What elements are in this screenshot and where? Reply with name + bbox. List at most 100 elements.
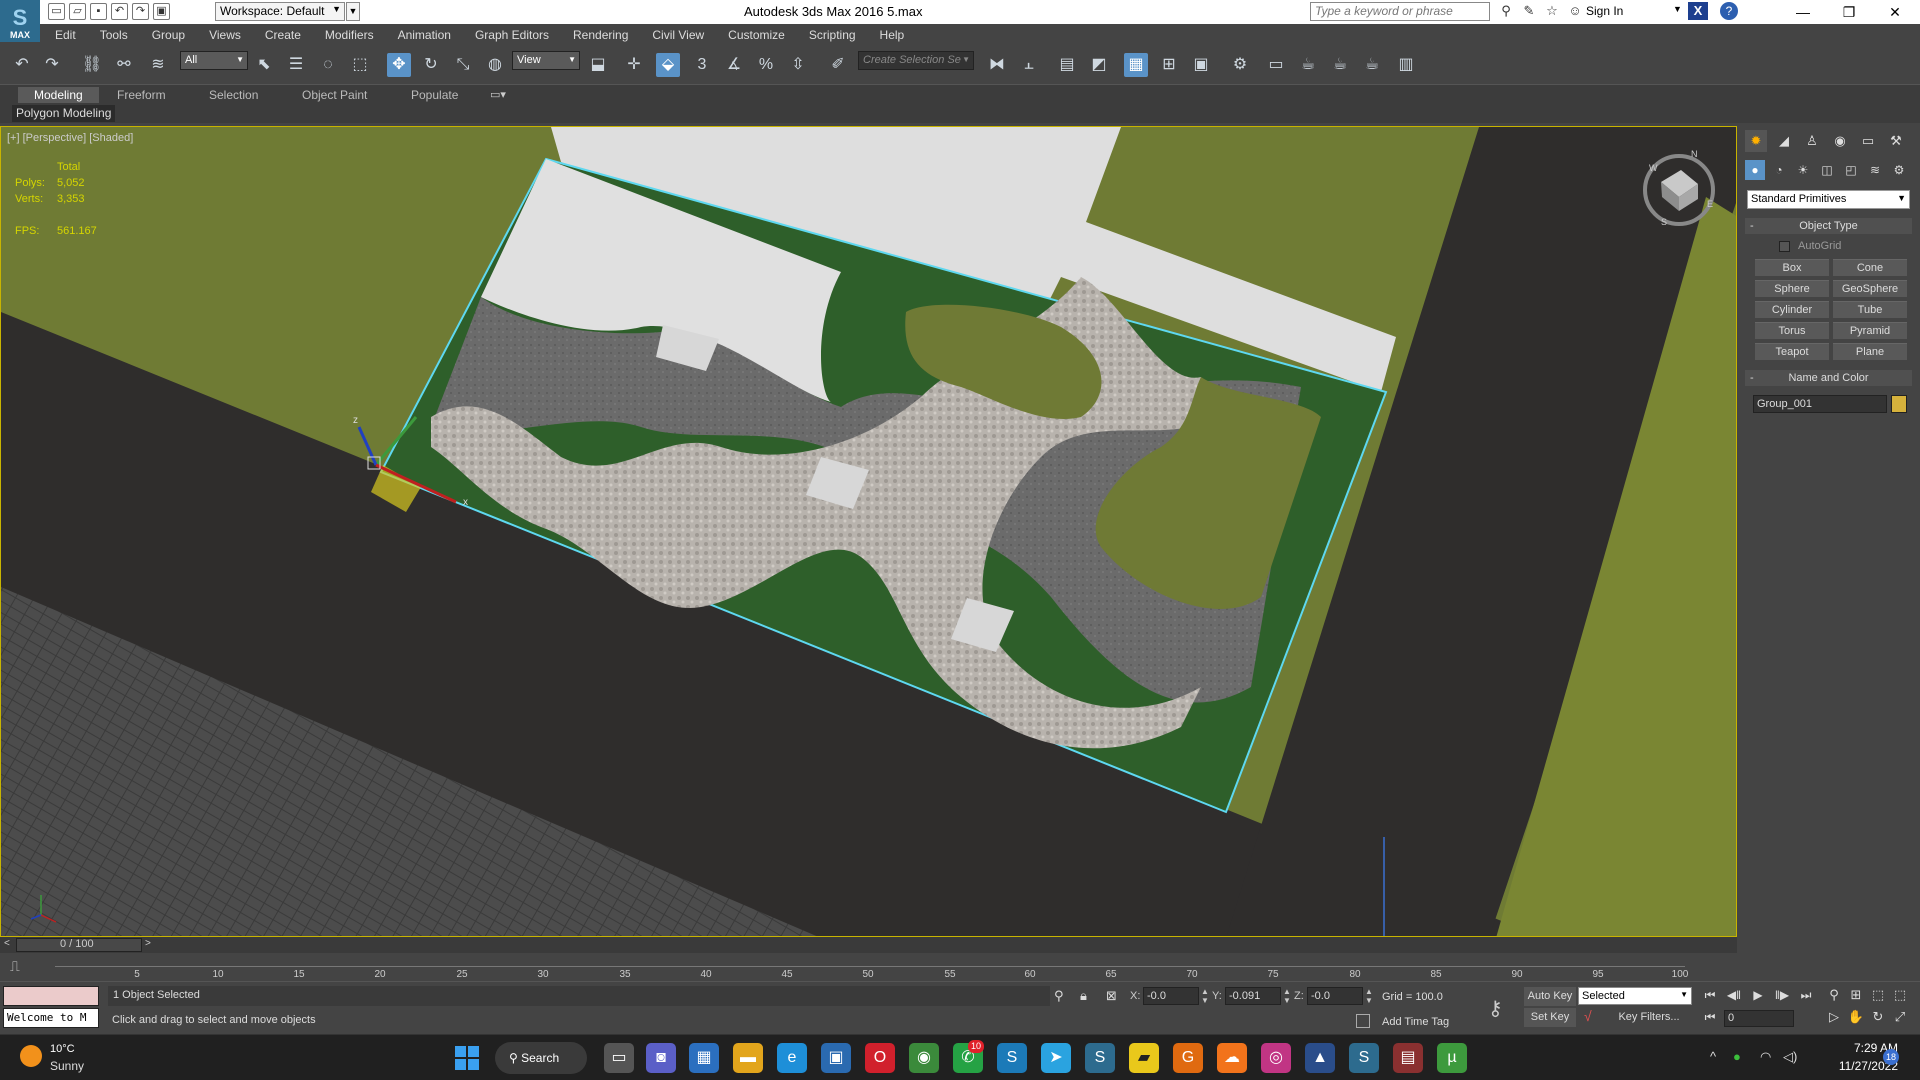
render-setup-icon[interactable]: ⚙ bbox=[1228, 53, 1252, 77]
workspace-menu-button[interactable]: ▼ bbox=[346, 2, 360, 21]
geosphere-button[interactable]: GeoSphere bbox=[1833, 280, 1907, 297]
align-icon[interactable]: ⫠ bbox=[1017, 53, 1041, 77]
user-icon[interactable]: ☺ bbox=[1566, 2, 1584, 20]
named-selection-set-dropdown[interactable]: Create Selection Se ▼ bbox=[858, 51, 974, 70]
menu-help[interactable]: Help bbox=[880, 28, 905, 42]
x-spinner-icon[interactable]: ▲ ▼ bbox=[1201, 987, 1209, 1005]
key-mode-dropdown[interactable]: Selected ▼ bbox=[1578, 987, 1692, 1005]
geometry-icon[interactable]: ● bbox=[1745, 160, 1765, 180]
project-folder-icon[interactable]: ▣ bbox=[153, 3, 170, 20]
selection-region-icon[interactable]: ◌ bbox=[316, 53, 340, 77]
rendered-frame-window-icon[interactable]: ▭ bbox=[1264, 53, 1288, 77]
redo-icon[interactable]: ↷ bbox=[40, 53, 64, 77]
cone-button[interactable]: Cone bbox=[1833, 259, 1907, 276]
object-type-rollout[interactable]: - Object Type bbox=[1745, 218, 1912, 234]
z-spinner-icon[interactable]: ▲ ▼ bbox=[1365, 987, 1373, 1005]
toggle-ribbon-icon[interactable]: ◩ bbox=[1087, 53, 1111, 77]
undo-icon[interactable]: ↶ bbox=[111, 3, 128, 20]
select-and-scale-icon[interactable]: ⤡ bbox=[451, 53, 475, 77]
menu-civil-view[interactable]: Civil View bbox=[652, 28, 704, 42]
teams-chat-icon[interactable]: ◙ bbox=[646, 1043, 676, 1073]
instagram-icon[interactable]: ◎ bbox=[1261, 1043, 1291, 1073]
binoculars-icon[interactable]: ⚲ bbox=[1497, 2, 1515, 20]
menu-customize[interactable]: Customize bbox=[728, 28, 785, 42]
window-crossing-icon[interactable]: ⬚ bbox=[348, 53, 372, 77]
select-and-place-icon[interactable]: ◍ bbox=[483, 53, 507, 77]
snaps-toggle-icon[interactable]: 3 bbox=[690, 53, 714, 77]
utorrent-icon[interactable]: µ bbox=[1437, 1043, 1467, 1073]
new-file-icon[interactable]: ▭ bbox=[48, 3, 65, 20]
spinner-snap-icon[interactable]: ⇳ bbox=[786, 53, 810, 77]
grammarly-icon[interactable]: G bbox=[1173, 1043, 1203, 1073]
workspace-dropdown[interactable]: Workspace: Default ▼ bbox=[215, 2, 345, 21]
cylinder-button[interactable]: Cylinder bbox=[1755, 301, 1829, 318]
time-slider[interactable]: < 0 / 100 > bbox=[0, 937, 1737, 953]
menu-scripting[interactable]: Scripting bbox=[809, 28, 856, 42]
opera-browser-icon[interactable]: O bbox=[865, 1043, 895, 1073]
keyboard-shortcut-override-icon[interactable]: ⬙ bbox=[656, 53, 680, 77]
telegram-icon[interactable]: ➤ bbox=[1041, 1043, 1071, 1073]
isolate-selection-icon[interactable]: ⚲ bbox=[1054, 988, 1064, 1004]
select-object-icon[interactable]: ⬉ bbox=[252, 53, 276, 77]
percent-snap-icon[interactable]: % bbox=[754, 53, 778, 77]
cameras-icon[interactable]: ◫ bbox=[1817, 160, 1837, 180]
shapes-icon[interactable]: ◔ bbox=[1769, 160, 1789, 180]
key-mode-toggle-icon[interactable]: ⏮ bbox=[1700, 1010, 1720, 1025]
tab-populate[interactable]: Populate bbox=[411, 88, 458, 102]
utilities-tab-icon[interactable]: ⚒ bbox=[1885, 130, 1907, 152]
hierarchy-tab-icon[interactable]: ♙ bbox=[1801, 130, 1823, 152]
lock-selection-icon[interactable]: 🔒︎ bbox=[1080, 988, 1087, 1004]
add-time-tag[interactable]: Add Time Tag bbox=[1382, 1016, 1449, 1028]
primitive-type-dropdown[interactable]: Standard Primitives ▼ bbox=[1747, 190, 1910, 209]
mirror-icon[interactable]: ⧓ bbox=[985, 53, 1009, 77]
selection-filter-dropdown[interactable]: All ▼ bbox=[180, 51, 248, 70]
polygon-modeling-panel[interactable]: Polygon Modeling bbox=[12, 105, 116, 122]
curve-editor-icon[interactable]: ▦ bbox=[1124, 53, 1148, 77]
current-frame-field[interactable]: 0 bbox=[1724, 1010, 1794, 1027]
material-editor-icon[interactable]: ▣ bbox=[1189, 53, 1213, 77]
maximize-viewport-icon[interactable]: ⤢ bbox=[1890, 1009, 1910, 1025]
undo-icon[interactable]: ↶ bbox=[10, 53, 34, 77]
select-and-move-icon[interactable]: ✥ bbox=[387, 53, 411, 77]
pan-view-icon[interactable]: ✋ bbox=[1846, 1009, 1866, 1025]
redo-icon[interactable]: ↷ bbox=[132, 3, 149, 20]
menu-rendering[interactable]: Rendering bbox=[573, 28, 628, 42]
chevron-right-icon[interactable]: > bbox=[145, 938, 151, 949]
perspective-viewport[interactable]: x z N S W E [+] [Perspective] [Shaded] T… bbox=[0, 126, 1737, 937]
box-button[interactable]: Box bbox=[1755, 259, 1829, 276]
close-button[interactable]: ✕ bbox=[1872, 0, 1918, 24]
object-name-field[interactable]: Group_001 bbox=[1753, 395, 1887, 413]
plane-button[interactable]: Plane bbox=[1833, 343, 1907, 360]
exchange-apps-icon[interactable]: X bbox=[1688, 2, 1708, 20]
motion-tab-icon[interactable]: ◉ bbox=[1829, 130, 1851, 152]
layer-explorer-icon[interactable]: ▤ bbox=[1055, 53, 1079, 77]
x-coordinate-field[interactable]: -0.0 bbox=[1143, 987, 1199, 1005]
checkbox-icon[interactable] bbox=[1779, 240, 1790, 252]
soundcloud-icon[interactable]: ☁ bbox=[1217, 1043, 1247, 1073]
name-and-color-rollout[interactable]: - Name and Color bbox=[1745, 370, 1912, 386]
weather-temperature[interactable]: 10°C bbox=[50, 1043, 75, 1055]
weather-condition[interactable]: Sunny bbox=[50, 1059, 84, 1073]
track-bar[interactable]: ⎍ 5 10 15 20 25 30 35 40 45 50 55 60 65 … bbox=[0, 953, 1737, 981]
autogrid-checkbox[interactable]: AutoGrid bbox=[1779, 240, 1841, 252]
menu-create[interactable]: Create bbox=[265, 28, 301, 42]
select-by-name-icon[interactable]: ☰ bbox=[284, 53, 308, 77]
help-icon[interactable]: ? bbox=[1720, 2, 1738, 20]
open-file-icon[interactable]: ▱ bbox=[69, 3, 86, 20]
windows-start-icon[interactable] bbox=[455, 1046, 479, 1070]
modify-tab-icon[interactable]: ◢ bbox=[1773, 130, 1795, 152]
object-color-swatch[interactable] bbox=[1891, 395, 1907, 413]
star-icon[interactable]: ☆ bbox=[1543, 2, 1561, 20]
orbit-icon[interactable]: ↻ bbox=[1868, 1009, 1888, 1025]
restore-button[interactable]: ❐ bbox=[1826, 0, 1872, 24]
default-tangent-icon[interactable]: √ bbox=[1584, 1008, 1592, 1024]
pyramid-button[interactable]: Pyramid bbox=[1833, 322, 1907, 339]
select-and-link-icon[interactable]: ⛓ bbox=[80, 53, 104, 77]
zoom-extents-all-icon[interactable]: ⬚ bbox=[1890, 987, 1910, 1003]
key-filters-button[interactable]: Key Filters... bbox=[1605, 1008, 1693, 1027]
edge-browser-icon[interactable]: e bbox=[777, 1043, 807, 1073]
help-search-input[interactable]: Type a keyword or phrase bbox=[1310, 2, 1490, 21]
tab-modeling[interactable]: Modeling bbox=[18, 87, 99, 103]
menu-edit[interactable]: Edit bbox=[55, 28, 76, 42]
create-tab-icon[interactable]: ✹ bbox=[1745, 130, 1767, 152]
